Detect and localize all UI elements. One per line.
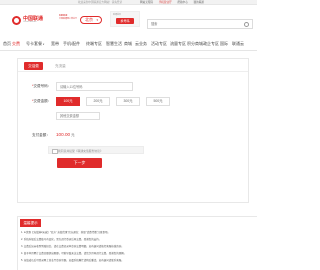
search-icon[interactable] xyxy=(243,21,249,27)
agreement-text[interactable]: 我同意并接受《联通充值服务协议》 xyxy=(58,149,103,153)
recharge-tabs: 交话费 充流量 xyxy=(18,59,248,72)
promo-banner-tag: 换号码 xyxy=(116,18,134,24)
nav-item-broadband[interactable]: 宽带 xyxy=(51,41,59,47)
agreement-row: 我同意并接受《联通充值服务协议》 xyxy=(48,146,144,154)
unicom-logo-icon[interactable] xyxy=(12,16,21,25)
nav-item-smart-life[interactable]: 智慧生活 xyxy=(106,41,122,47)
pay-amount-value: 100.00元 xyxy=(56,132,74,137)
tips-line: 3. 交费后如未收到到账短信，请在交费记录中查询交费明细，如有疑问请拨打客服热线… xyxy=(21,245,124,248)
amount-option-500[interactable]: 500元 xyxy=(146,97,170,106)
nav-item-pay[interactable]: 交费 xyxy=(12,41,20,47)
nav-item-enterprise[interactable]: 政企专区 xyxy=(203,41,219,47)
top-link-mobile-hall[interactable]: 手机营业厅 xyxy=(159,1,172,4)
phone-label: *交费号码： xyxy=(32,84,51,89)
top-link-accessibility[interactable]: 网站无障碍 xyxy=(140,1,153,4)
recharge-panel: 交话费 充流量 *交费号码： *交费金额： 100元 200元 300元 500… xyxy=(17,58,249,203)
nav-item-phones[interactable]: 手机/配件 xyxy=(63,41,80,47)
phone-number-input[interactable] xyxy=(56,82,133,91)
amount-label: *交费金额： xyxy=(32,99,51,104)
chevron-down-icon: ▾ xyxy=(96,18,98,22)
promo-banner-caption: 联通首页 xyxy=(113,14,122,16)
nav-item-plans-label: 号卡套餐 xyxy=(26,41,42,46)
nav-item-terminal[interactable]: 终端专区 xyxy=(86,41,102,47)
tab-pay-phone-bill[interactable]: 交话费 xyxy=(24,62,43,70)
tips-line: 1. ★优惠【充值满2元返】"官方" 充值优惠"官方通告：获取"话费代缴"注意事… xyxy=(21,231,111,234)
nav-item-plans[interactable]: 号卡套餐▾ xyxy=(26,41,44,47)
city-selector[interactable]: 北京 ▾ xyxy=(80,16,102,24)
phone-label-text: 交费号码： xyxy=(33,84,52,88)
logo-subtitle: China unicom xyxy=(23,21,37,23)
nav-item-mall[interactable]: 商城 xyxy=(124,41,132,47)
amount-option-200[interactable]: 200元 xyxy=(86,97,110,106)
amount-label-text: 交费金额： xyxy=(33,99,52,103)
nav-item-international[interactable]: 国际 xyxy=(220,41,228,47)
site-header: 中国联通 China unicom 10010 中国联通网上营业厅 北京 ▾ 联… xyxy=(0,5,257,35)
search-box xyxy=(147,19,253,29)
top-links: 网站无障碍 手机营业厅 帮助中心 我的联通 xyxy=(140,0,209,4)
nav-item-activities[interactable]: 活动专区 xyxy=(151,41,167,47)
welcome-text: 欢迎来到中国联通官方网站！请先登录 xyxy=(78,1,123,4)
agreement-checkbox[interactable] xyxy=(52,148,58,154)
pay-amount-number: 100.00 xyxy=(56,132,71,137)
amount-option-100[interactable]: 100元 xyxy=(56,97,80,106)
tab-buy-data[interactable]: 充流量 xyxy=(55,62,66,70)
tips-section: 温馨提示 1. ★优惠【充值满2元返】"官方" 充值优惠"官方通告：获取"话费代… xyxy=(17,216,257,270)
nav-item-unicom-cloud[interactable]: 联通云 xyxy=(232,41,244,47)
amount-option-300[interactable]: 300元 xyxy=(116,97,140,106)
pay-amount-label: 支付金额： xyxy=(32,133,50,137)
nav-item-data[interactable]: 流量专区 xyxy=(170,41,186,47)
custom-amount-input[interactable] xyxy=(56,112,100,120)
promo-banner[interactable]: 联通首页 换号码 xyxy=(110,11,140,27)
pay-amount-unit: 元 xyxy=(71,133,75,137)
main-nav: 首页 交费 号卡套餐▾ 宽带 手机/配件 终端专区 智慧生活 商城 云业务 活动… xyxy=(0,38,257,51)
tips-title: 温馨提示 xyxy=(20,219,41,227)
top-link-help[interactable]: 帮助中心 xyxy=(177,1,187,4)
nav-item-points[interactable]: 积分商城 xyxy=(187,41,203,47)
search-input[interactable] xyxy=(151,21,231,27)
city-label: 北京 xyxy=(85,17,93,22)
top-link-my-unicom[interactable]: 我的联通 xyxy=(194,1,204,4)
tips-line: 2. 系统升级后交费账号有变化，需先进行登录后再交费，感谢您的支持。 xyxy=(21,238,102,241)
tips-line: 5. 充值成功后可登录网上营业厅查询余额，如遇系统繁忙请稍后重试，如有疑问请联系… xyxy=(21,259,124,262)
tips-line: 4. 由于本月累计交费金额超出限额，可能导致无法交费，请您次月再进行交费，感谢您… xyxy=(21,252,127,255)
nav-item-cloud[interactable]: 云业务 xyxy=(135,41,147,47)
chevron-down-icon: ▾ xyxy=(43,43,45,46)
brand-10010-subtitle: 中国联通网上营业厅 xyxy=(59,18,78,20)
nav-item-home[interactable]: 首页 xyxy=(3,41,11,47)
next-step-button[interactable]: 下一步 xyxy=(57,158,102,168)
